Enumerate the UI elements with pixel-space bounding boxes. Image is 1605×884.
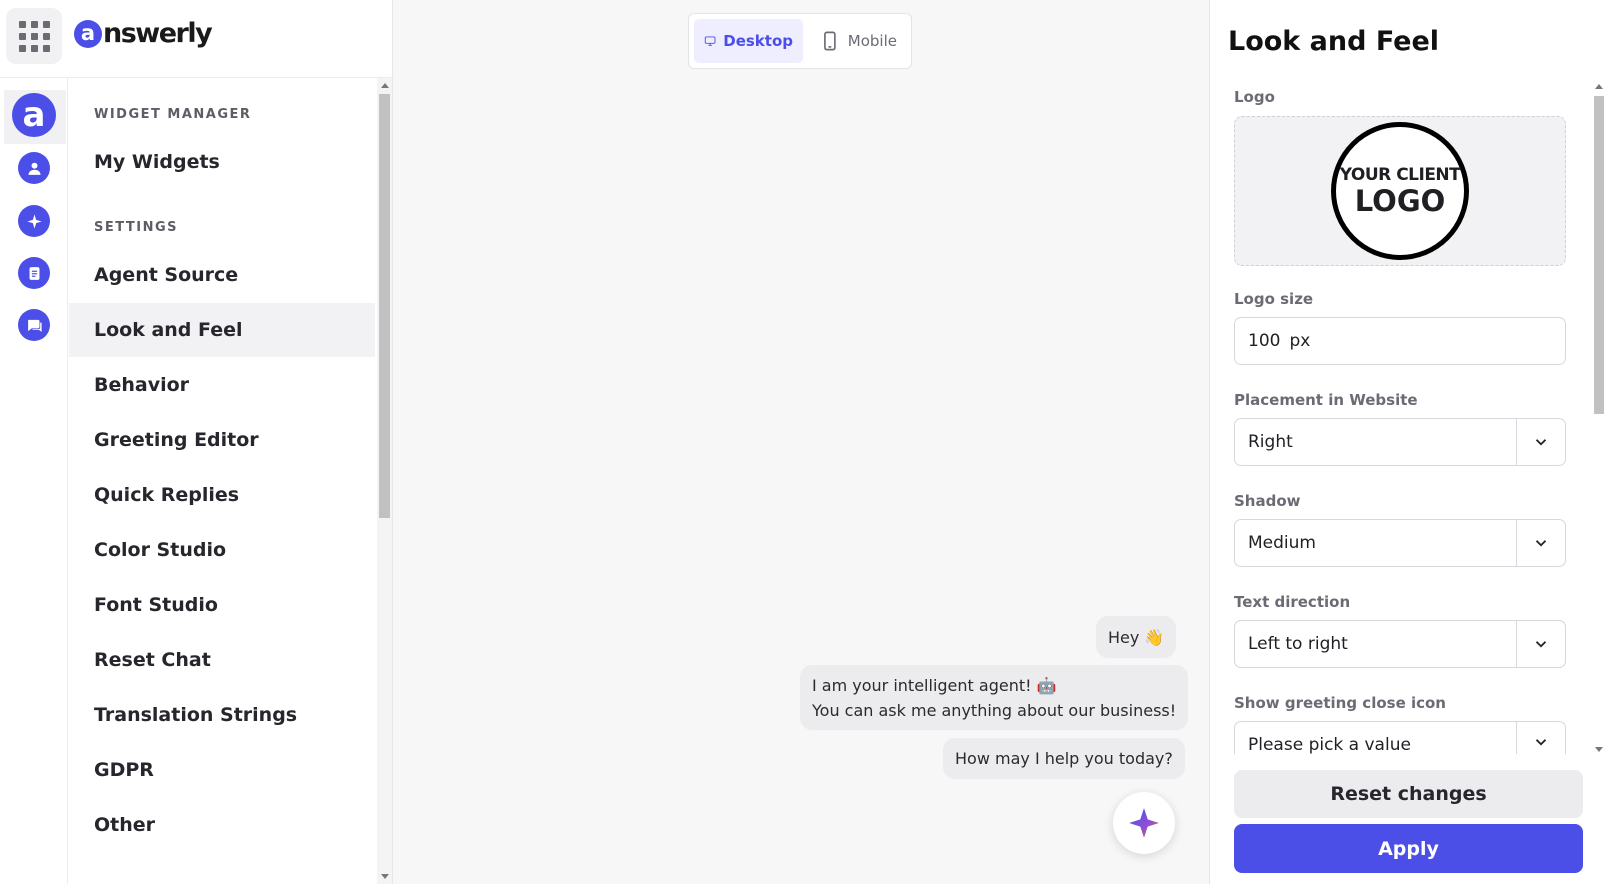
document-icon[interactable] <box>18 257 50 289</box>
nav-section-widget-manager: WIDGET MANAGER <box>94 107 252 122</box>
nav-item-quick-replies[interactable]: Quick Replies <box>69 468 375 522</box>
nav-item-agent-source[interactable]: Agent Source <box>69 248 375 302</box>
text-direction-label: Text direction <box>1234 593 1351 611</box>
scroll-down-arrow-icon[interactable] <box>1595 747 1603 752</box>
logo-size-unit: px <box>1289 331 1311 351</box>
rail-answerly-icon[interactable]: a <box>12 93 56 137</box>
brand-name: nswerly <box>103 18 213 49</box>
nav-scrollbar[interactable] <box>377 78 392 884</box>
scroll-up-arrow-icon[interactable] <box>1595 84 1603 89</box>
mobile-toggle-label: Mobile <box>847 32 897 50</box>
shadow-label: Shadow <box>1234 492 1301 510</box>
nav-item-greeting-editor[interactable]: Greeting Editor <box>69 413 375 467</box>
chat-bubble-line: How may I help you today? <box>955 749 1173 768</box>
chevron-down-icon[interactable] <box>1516 520 1565 566</box>
mobile-toggle-button[interactable]: Mobile <box>809 19 907 63</box>
panel-scrollbar-thumb[interactable] <box>1594 96 1604 414</box>
nav-item-font-studio[interactable]: Font Studio <box>69 578 375 632</box>
settings-nav: WIDGET MANAGER My Widgets SETTINGS Agent… <box>69 78 377 884</box>
device-toggle: Desktop Mobile <box>688 13 912 69</box>
desktop-toggle-label: Desktop <box>723 32 793 50</box>
nav-item-reset-chat[interactable]: Reset Chat <box>69 633 375 687</box>
client-logo-line-2: LOGO <box>1354 183 1446 218</box>
sparkle-icon[interactable] <box>18 205 50 237</box>
chat-bubble: Hey 👋 <box>1096 616 1177 658</box>
panel-scrollbar[interactable] <box>1591 82 1605 754</box>
chat-bubble: How may I help you today? <box>943 738 1185 779</box>
logo-size-value: 100 <box>1248 331 1281 351</box>
panel-title: Look and Feel <box>1228 26 1440 57</box>
shadow-value: Medium <box>1248 533 1316 553</box>
sparkle-icon <box>1129 808 1159 838</box>
desktop-toggle-button[interactable]: Desktop <box>694 19 803 63</box>
nav-item-translation-strings[interactable]: Translation Strings <box>69 688 375 742</box>
scroll-up-arrow-icon[interactable] <box>381 83 389 88</box>
reset-changes-button[interactable]: Reset changes <box>1234 770 1583 818</box>
settings-panel: Look and Feel Logo YOUR CLIENT LOGO Logo… <box>1209 0 1605 884</box>
footer-divider <box>1210 754 1590 768</box>
chat-launcher-button[interactable] <box>1113 792 1175 854</box>
user-icon[interactable] <box>18 152 50 184</box>
nav-item-color-studio[interactable]: Color Studio <box>69 523 375 577</box>
chat-bubble: I am your intelligent agent! 🤖 You can a… <box>800 665 1189 730</box>
scroll-down-arrow-icon[interactable] <box>381 874 389 879</box>
left-column: a nswerly a WIDGET MANAGER My Widgets SE… <box>0 0 393 884</box>
mobile-icon <box>824 31 836 51</box>
chat-bubble-line: You can ask me anything about our busine… <box>812 700 1177 720</box>
logo-size-label: Logo size <box>1234 290 1314 308</box>
chevron-down-icon[interactable] <box>1516 419 1565 465</box>
desktop-icon <box>704 36 716 46</box>
shadow-select[interactable]: Medium <box>1234 519 1566 567</box>
apps-grid-icon[interactable] <box>6 8 62 64</box>
greeting-close-label: Show greeting close icon <box>1234 694 1446 712</box>
nav-item-other[interactable]: Other <box>69 798 375 852</box>
text-direction-value: Left to right <box>1248 634 1348 654</box>
logo-upload-area[interactable]: YOUR CLIENT LOGO <box>1234 116 1566 266</box>
brand-logo[interactable]: a nswerly <box>74 18 213 49</box>
logo-size-input[interactable]: 100 px <box>1234 317 1566 365</box>
nav-item-look-and-feel[interactable]: Look and Feel <box>69 303 375 357</box>
chevron-down-icon[interactable] <box>1516 621 1565 667</box>
chat-icon[interactable] <box>18 309 50 341</box>
nav-section-settings: SETTINGS <box>94 220 179 235</box>
brand-mark: a <box>74 19 102 48</box>
placement-select[interactable]: Right <box>1234 418 1566 466</box>
brand-bar: a nswerly <box>0 0 393 78</box>
chat-bubble-line: I am your intelligent agent! 🤖 <box>812 675 1057 695</box>
nav-item-my-widgets[interactable]: My Widgets <box>69 135 375 189</box>
apply-button[interactable]: Apply <box>1234 824 1583 873</box>
icon-rail: a <box>0 78 68 884</box>
logo-label: Logo <box>1234 88 1275 106</box>
nav-scrollbar-thumb[interactable] <box>379 94 390 518</box>
client-logo-image: YOUR CLIENT LOGO <box>1331 122 1469 260</box>
nav-item-behavior[interactable]: Behavior <box>69 358 375 412</box>
nav-item-gdpr[interactable]: GDPR <box>69 743 375 797</box>
text-direction-select[interactable]: Left to right <box>1234 620 1566 668</box>
placement-value: Right <box>1248 432 1293 452</box>
chat-bubble-line: Hey 👋 <box>1108 627 1165 647</box>
placement-label: Placement in Website <box>1234 391 1418 409</box>
client-logo-line-1: YOUR CLIENT <box>1339 164 1461 185</box>
